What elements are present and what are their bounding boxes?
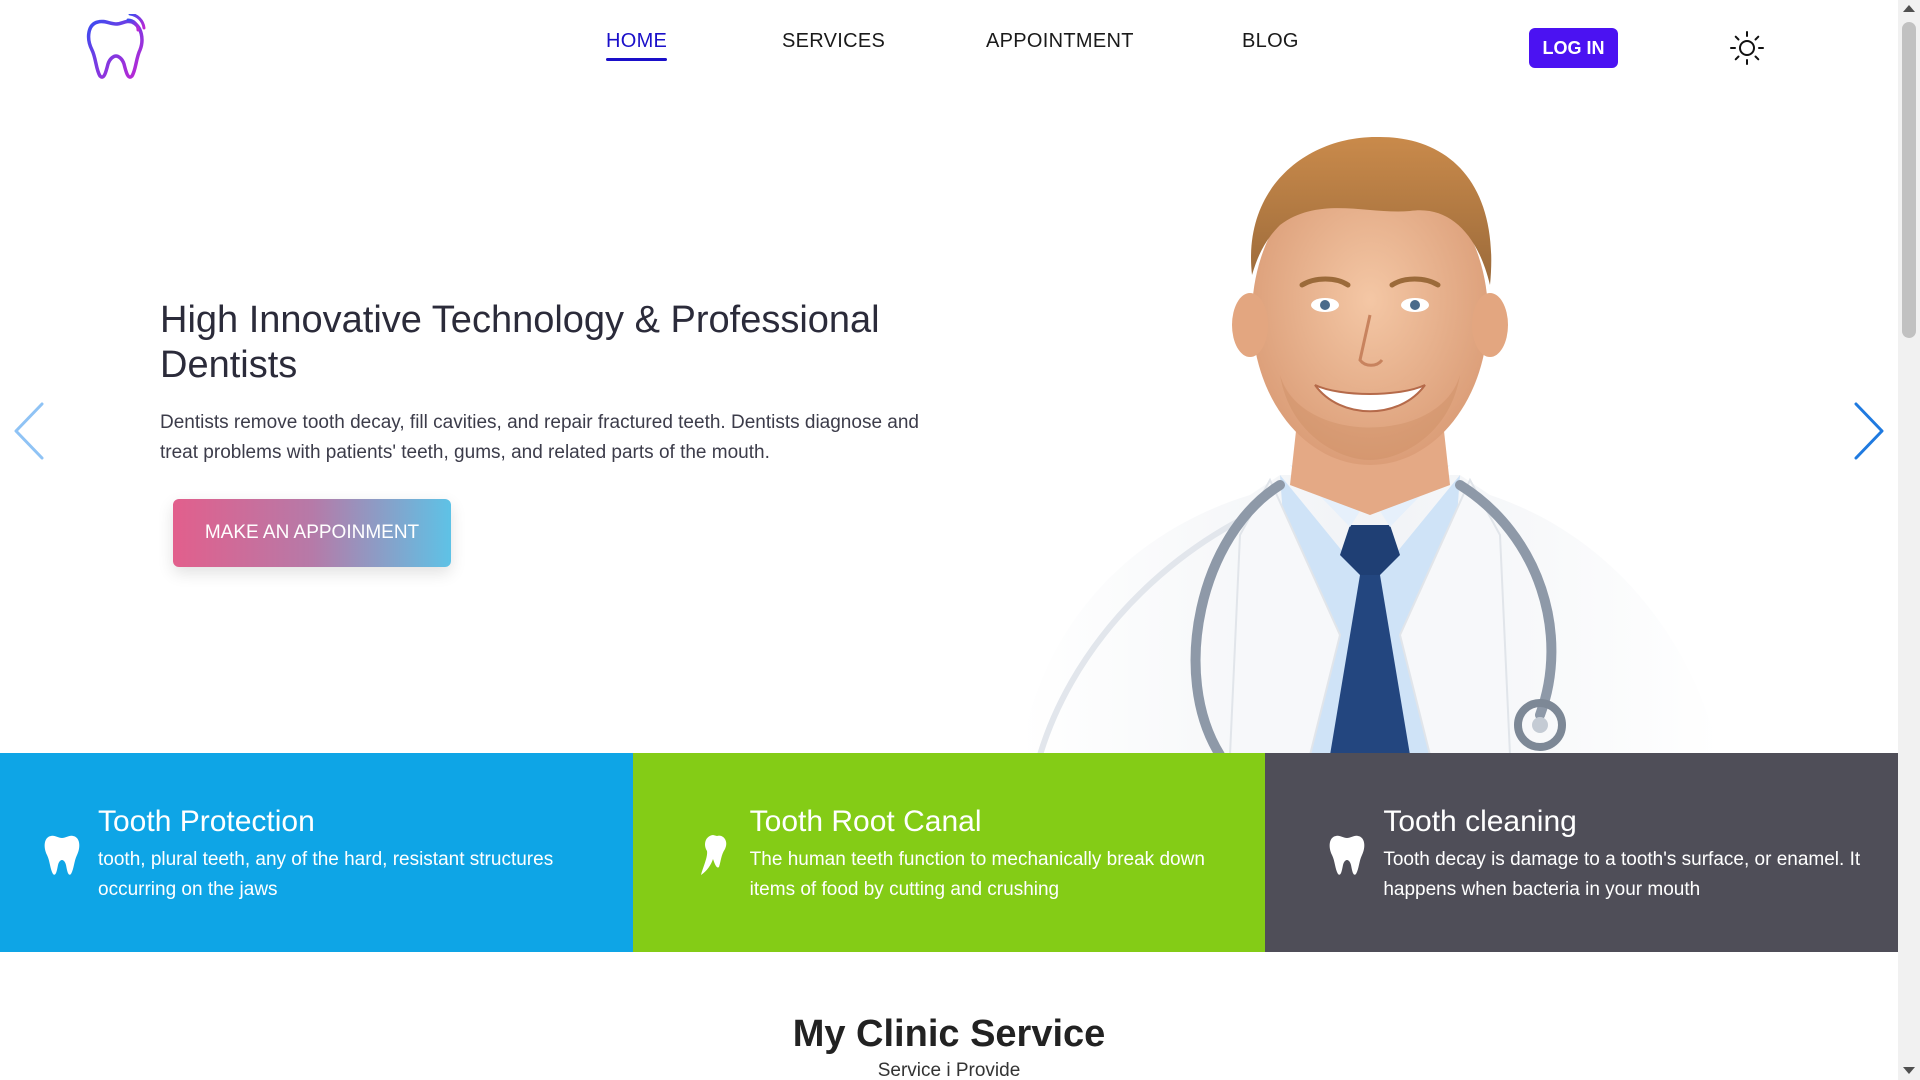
section-title: My Clinic Service (792, 1013, 1106, 1055)
tooth-logo-icon[interactable] (84, 14, 148, 80)
nav-item-blog[interactable]: BLOG (1242, 30, 1299, 53)
features-strip: Tooth Protection tooth, plural teeth, an… (0, 753, 1899, 952)
page-scrollbar[interactable] (1898, 0, 1920, 1080)
hero-title: High Innovative Technology & Professiona… (160, 299, 880, 386)
chevron-right-icon[interactable] (1850, 400, 1886, 462)
feature-text: The human teeth function to mechanically… (749, 849, 1205, 900)
tooth-icon (1330, 835, 1365, 875)
feature-title: Tooth cleaning (1383, 805, 1577, 838)
hero-description: Dentists remove tooth decay, fill caviti… (160, 412, 919, 463)
feature-tooth-protection: Tooth Protection tooth, plural teeth, an… (0, 753, 633, 952)
feature-text: Tooth decay is damage to a tooth's surfa… (1383, 849, 1861, 900)
section-subtitle: Service i Provide (877, 1060, 1021, 1080)
scroll-down-arrow-icon[interactable] (1903, 1067, 1915, 1074)
scroll-up-arrow-icon[interactable] (1903, 5, 1915, 12)
feature-title: Tooth Root Canal (749, 805, 982, 838)
doctor-image (1020, 136, 1720, 753)
make-appointment-button[interactable]: MAKE AN APPOINMENT (173, 499, 451, 567)
feature-tooth-root-canal: Tooth Root Canal The human teeth functio… (632, 753, 1266, 952)
feature-tooth-cleaning: Tooth cleaning Tooth decay is damage to … (1265, 753, 1899, 952)
nav-item-appointment[interactable]: APPOINTMENT (986, 30, 1134, 53)
login-button[interactable]: LOG IN (1529, 28, 1618, 68)
feature-title: Tooth Protection (98, 805, 315, 838)
site-header: HOME SERVICES APPOINTMENT BLOG LOG IN (0, 0, 1898, 100)
tooth-icon (44, 835, 80, 875)
nav-item-services[interactable]: SERVICES (782, 30, 885, 53)
scrollbar-thumb[interactable] (1902, 22, 1916, 338)
tooth-root-icon (700, 835, 726, 875)
chevron-left-icon[interactable] (12, 400, 48, 462)
hero-carousel: High Innovative Technology & Professiona… (0, 100, 1898, 753)
feature-text: tooth, plural teeth, any of the hard, re… (98, 849, 554, 900)
nav-item-home[interactable]: HOME (606, 30, 668, 61)
sun-icon[interactable] (1729, 30, 1765, 66)
